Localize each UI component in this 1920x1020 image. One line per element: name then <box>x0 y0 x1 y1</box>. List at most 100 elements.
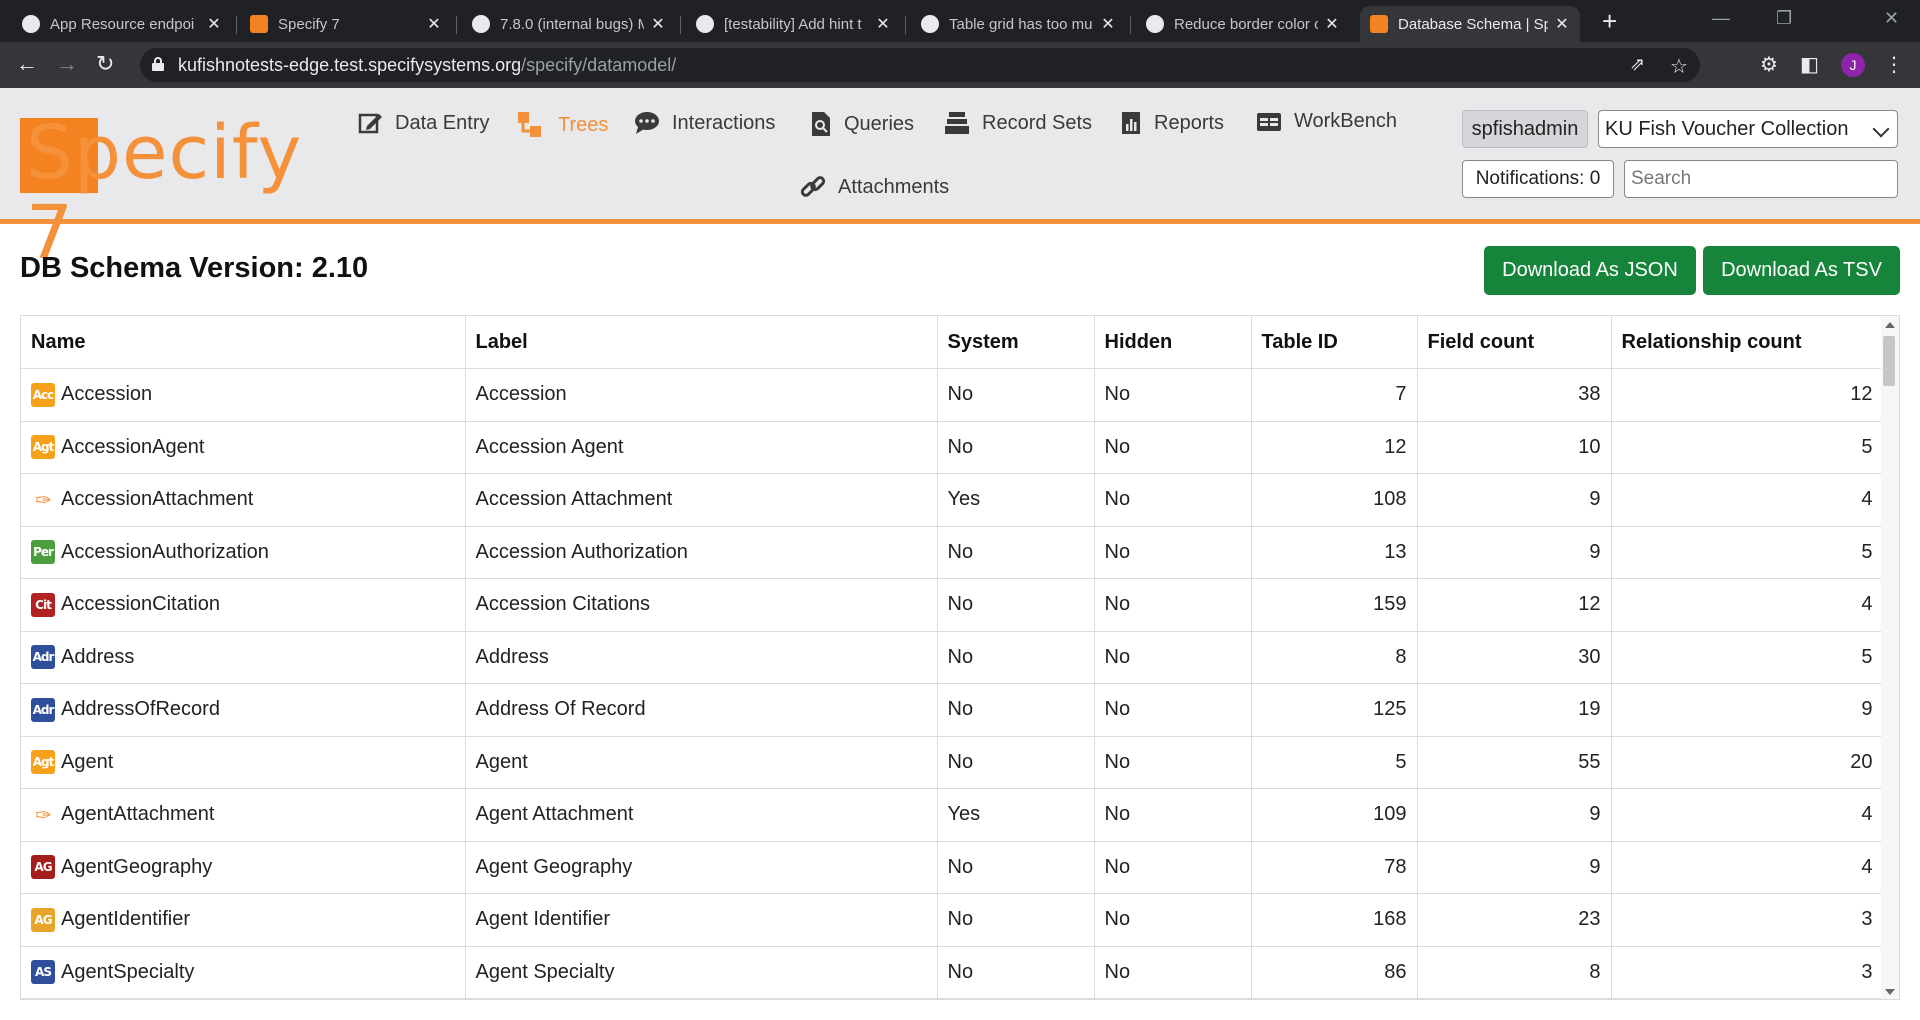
cell-field-count: 9 <box>1417 788 1612 842</box>
table-row[interactable]: Acc Accession Accession No No 7 38 12 <box>21 368 1884 422</box>
cell-hidden: No <box>1094 841 1252 894</box>
cell-hidden: No <box>1094 368 1252 422</box>
back-icon[interactable]: ← <box>16 52 38 76</box>
column-header-name[interactable]: Name <box>21 316 466 369</box>
cell-system: No <box>937 893 1095 947</box>
close-tab-icon[interactable]: ✕ <box>426 14 442 34</box>
column-header-table-id[interactable]: Table ID <box>1251 316 1418 369</box>
browser-tab[interactable]: Reduce border color c ✕ <box>1136 6 1350 42</box>
extensions-icon[interactable]: ⚙ <box>1760 52 1778 77</box>
nav-interactions[interactable]: Interactions <box>634 110 775 136</box>
profile-avatar[interactable]: J <box>1841 53 1865 77</box>
nav-attachments[interactable]: Attachments <box>800 174 949 200</box>
new-tab-button[interactable]: + <box>1602 8 1617 34</box>
browser-tab[interactable]: Table grid has too mu ✕ <box>911 6 1126 42</box>
browser-tab[interactable]: 7.8.0 (internal bugs) M ✕ <box>462 6 676 42</box>
browser-tab[interactable]: Specify 7 ✕ <box>240 6 452 42</box>
close-window-icon[interactable]: ✕ <box>1884 8 1899 29</box>
table-header-row: Name Label System Hidden Table ID Field … <box>21 316 1884 369</box>
column-header-hidden[interactable]: Hidden <box>1094 316 1252 369</box>
minimize-icon[interactable]: — <box>1712 8 1730 29</box>
nav-data-entry[interactable]: Data Entry <box>357 110 489 136</box>
cell-label: Agent <box>465 736 938 789</box>
table-row[interactable]: ✑ AgentAttachment Agent Attachment Yes No 109… <box>21 788 1884 842</box>
table-row[interactable]: Per AccessionAuthorization Accession Autho… <box>21 526 1884 579</box>
specify-icon <box>250 15 268 33</box>
cell-table-id: 8 <box>1251 631 1418 684</box>
table-icon: Adr <box>31 645 55 670</box>
column-header-label[interactable]: Label <box>465 316 938 369</box>
search-input[interactable] <box>1624 160 1898 198</box>
scrollbar-thumb[interactable] <box>1883 336 1895 386</box>
specify-icon <box>1370 15 1388 33</box>
cell-relationship-count: 4 <box>1611 841 1884 894</box>
browser-tab[interactable]: [testability] Add hint t ✕ <box>686 6 901 42</box>
forward-icon[interactable]: → <box>56 52 78 76</box>
nav-record-sets[interactable]: Record Sets <box>944 110 1092 136</box>
close-tab-icon[interactable]: ✕ <box>650 14 666 34</box>
close-tab-icon[interactable]: ✕ <box>1100 14 1116 34</box>
notifications-button[interactable]: Notifications: 0 <box>1462 160 1614 198</box>
cell-table-id: 109 <box>1251 788 1418 842</box>
cell-system: No <box>937 368 1095 422</box>
table-row[interactable]: Adr AddressOfRecord Address Of Record No No 1… <box>21 683 1884 737</box>
table-row[interactable]: AS AgentSpecialty Agent Specialty No No 86 8 3 <box>21 946 1884 999</box>
nav-queries[interactable]: Queries <box>808 110 914 138</box>
share-icon[interactable]: ⇗ <box>1630 54 1645 75</box>
table-row[interactable]: ✑ AccessionAttachment Accession Attachment… <box>21 473 1884 527</box>
nav-reports[interactable]: Reports <box>1120 110 1224 136</box>
collection-select[interactable]: KU Fish Voucher Collection <box>1598 110 1898 148</box>
table-row[interactable]: Agt Agent Agent No No 5 55 20 <box>21 736 1884 789</box>
browser-menu-icon[interactable]: ⋮ <box>1884 52 1904 77</box>
cell-relationship-count: 5 <box>1611 421 1884 474</box>
url-text: kufishnotests-edge.test.specifysystems.o… <box>178 55 677 75</box>
table-row[interactable]: Cit AccessionCitation Accession Citations N… <box>21 578 1884 632</box>
schema-table-container[interactable]: Name Label System Hidden Table ID Field … <box>20 315 1900 1000</box>
cell-name: Per AccessionAuthorization <box>21 526 466 579</box>
table-row[interactable]: AG AgentGeography Agent Geography No No 78 9 4 <box>21 841 1884 894</box>
download-tsv-button[interactable]: Download As TSV <box>1703 246 1900 295</box>
table-row[interactable]: AG AgentIdentifier Agent Identifier No No 168… <box>21 893 1884 947</box>
address-bar[interactable]: kufishnotests-edge.test.specifysystems.o… <box>140 48 1700 82</box>
table-row[interactable]: Adr Address Address No No 8 30 5 <box>21 631 1884 684</box>
scroll-down-arrow-icon[interactable] <box>1885 989 1895 995</box>
bookmark-star-icon[interactable]: ☆ <box>1670 54 1688 79</box>
download-json-button[interactable]: Download As JSON <box>1484 246 1696 295</box>
close-tab-icon[interactable]: ✕ <box>206 14 222 34</box>
restore-icon[interactable]: ❐ <box>1776 8 1792 29</box>
cell-label: Agent Attachment <box>465 788 938 842</box>
cell-name: Agt AccessionAgent <box>21 421 466 474</box>
cell-name: ✑ AgentAttachment <box>21 788 466 842</box>
nav-trees[interactable]: Trees <box>516 110 608 140</box>
scroll-up-arrow-icon[interactable] <box>1885 322 1895 328</box>
cell-table-id: 86 <box>1251 946 1418 999</box>
specify-logo[interactable]: Specify 7 <box>18 113 301 273</box>
table-icon: Per <box>31 540 55 565</box>
user-menu-button[interactable]: spfishadmin <box>1462 110 1588 148</box>
nav-workbench[interactable]: WorkBench <box>1256 110 1397 133</box>
cell-field-count: 38 <box>1417 368 1612 422</box>
browser-tab[interactable]: Database Schema | Sp ✕ <box>1360 6 1580 42</box>
nav-label: Data Entry <box>395 111 490 134</box>
close-tab-icon[interactable]: ✕ <box>875 14 891 34</box>
browser-toolbar: ← → ↻ kufishnotests-edge.test.specifysys… <box>0 42 1920 88</box>
table-name-text: AccessionAttachment <box>61 488 254 511</box>
vertical-scrollbar[interactable] <box>1881 316 1899 999</box>
table-row[interactable]: Agt AccessionAgent Accession Agent No No 12 10… <box>21 421 1884 474</box>
reload-icon[interactable]: ↻ <box>96 52 114 76</box>
tab-title: 7.8.0 (internal bugs) M <box>500 15 644 33</box>
table-name-text: AccessionCitation <box>61 593 220 616</box>
close-tab-icon[interactable]: ✕ <box>1324 14 1340 34</box>
query-icon <box>812 112 830 136</box>
side-panel-icon[interactable]: ◧ <box>1800 52 1819 77</box>
tab-title: Database Schema | Sp <box>1398 15 1548 33</box>
github-icon <box>22 15 40 33</box>
column-header-field-count[interactable]: Field count <box>1417 316 1612 369</box>
nav-label: Record Sets <box>982 111 1093 134</box>
cell-system: No <box>937 736 1095 789</box>
close-tab-icon[interactable]: ✕ <box>1554 14 1570 34</box>
browser-tab[interactable]: App Resource endpoi ✕ <box>12 6 232 42</box>
column-header-relationship-count[interactable]: Relationship count <box>1611 316 1884 369</box>
cell-field-count: 12 <box>1417 578 1612 632</box>
column-header-system[interactable]: System <box>937 316 1095 369</box>
